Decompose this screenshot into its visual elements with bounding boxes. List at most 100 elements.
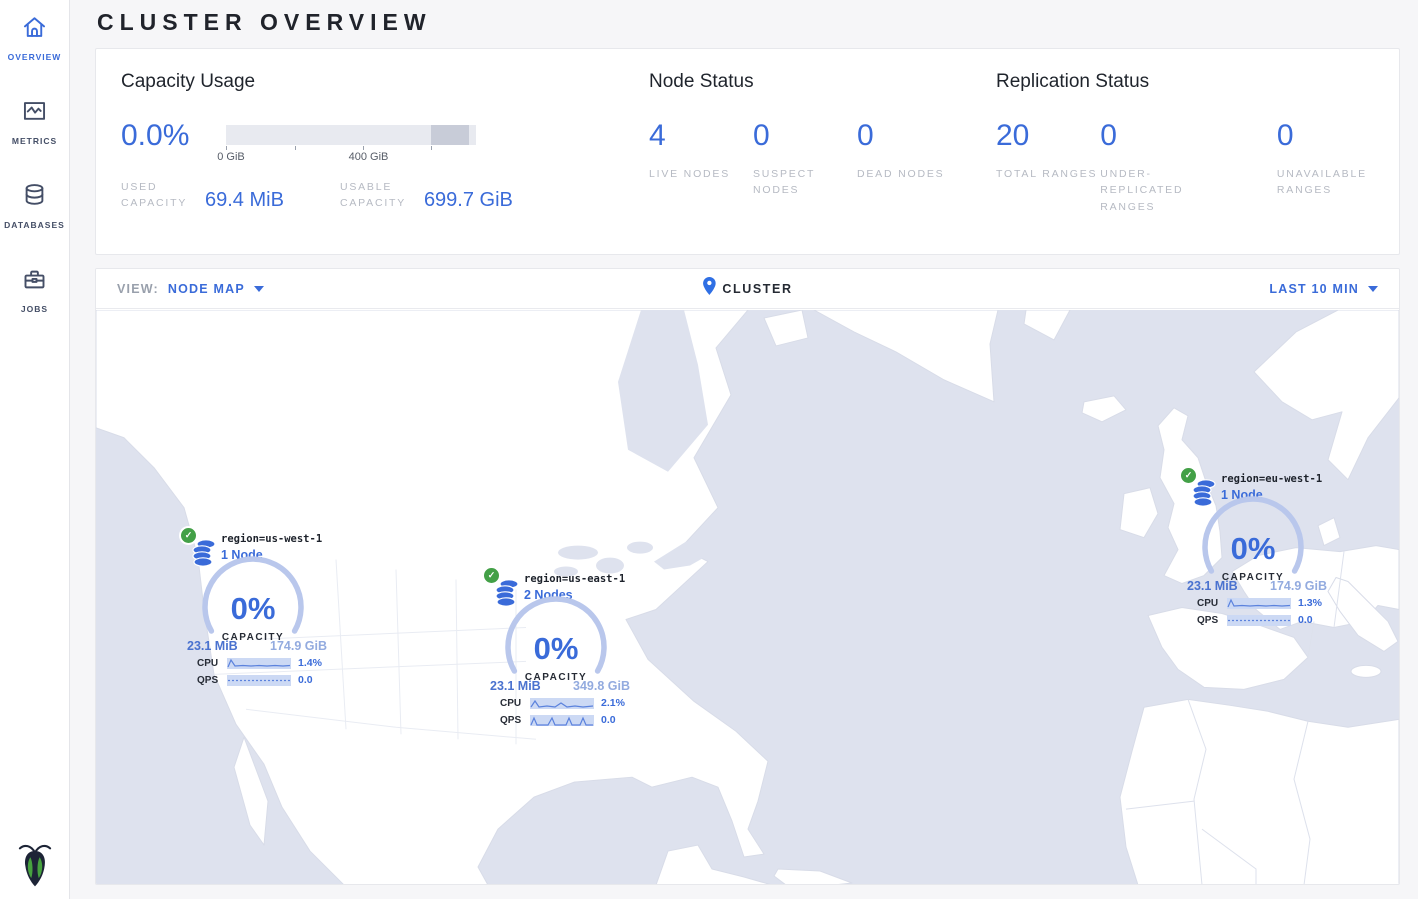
time-range-value: LAST 10 MIN: [1269, 282, 1359, 296]
locality-nodes-icon: [190, 538, 216, 573]
view-selector-dropdown[interactable]: VIEW: NODE MAP: [117, 282, 264, 296]
capacity-percent: 0.0%: [121, 120, 226, 163]
axis-tick: [226, 146, 227, 150]
healthy-check-icon: ✓: [1181, 468, 1196, 483]
briefcase-icon: [21, 266, 48, 298]
capacity-total-value: 174.9 GiB: [1270, 579, 1327, 593]
dead-nodes-stat: 0 DEAD NODES: [857, 120, 961, 199]
sidebar-item-label: JOBS: [21, 304, 48, 314]
locality-breadcrumb[interactable]: CLUSTER: [702, 277, 792, 300]
cpu-label: CPU: [1197, 598, 1227, 609]
world-map: ✓ region=us-west-1 1 Node: [96, 310, 1399, 885]
svg-text:0%: 0%: [231, 591, 276, 626]
unavailable-ranges-label: UNAVAILABLE RANGES: [1277, 166, 1396, 199]
map-toolbar: VIEW: NODE MAP CLUSTER LAST 10 MIN: [96, 269, 1399, 309]
capacity-total-value: 174.9 GiB: [270, 639, 327, 653]
node-map-marker-us-east-1[interactable]: ✓ region=us-east-1 2 Nodes: [484, 568, 634, 736]
capacity-used-value: 23.1 MiB: [1187, 579, 1238, 593]
region-label: region=us-west-1: [221, 533, 322, 545]
node-map-marker-eu-west-1[interactable]: ✓ region=eu-west-1 1 Node: [1181, 468, 1331, 636]
region-label: region=us-east-1: [524, 573, 625, 585]
cpu-label: CPU: [197, 658, 227, 669]
qps-sparkline: [227, 675, 291, 686]
locality-nodes-icon: [1190, 478, 1216, 513]
dead-nodes-value: 0: [857, 120, 961, 152]
svg-text:0%: 0%: [1231, 531, 1276, 566]
axis-tick-label: 0 GiB: [217, 151, 245, 163]
cluster-overview-page: OVERVIEW METRICS DATABASES: [0, 0, 1418, 899]
qps-value: 0.0: [601, 714, 616, 726]
replication-status-section: Replication Status 20 TOTAL RANGES 0 UND…: [996, 71, 1396, 254]
qps-value: 0.0: [1298, 614, 1313, 626]
cpu-value: 1.4%: [298, 657, 322, 669]
live-nodes-stat: 4 LIVE NODES: [649, 120, 753, 199]
unavailable-ranges-stat: 0 UNAVAILABLE RANGES: [1277, 120, 1396, 215]
healthy-check-icon: ✓: [181, 528, 196, 543]
sidebar-item-overview[interactable]: OVERVIEW: [0, 0, 69, 84]
metrics-chart-icon: [21, 98, 48, 130]
region-label: region=eu-west-1: [1221, 473, 1322, 485]
cpu-label: CPU: [500, 698, 530, 709]
time-range-dropdown[interactable]: LAST 10 MIN: [1269, 282, 1378, 296]
chevron-down-icon: [1368, 286, 1378, 292]
capacity-bar-reserved-segment: [431, 125, 469, 145]
home-icon: [21, 14, 48, 46]
locality-nodes-icon: [493, 578, 519, 613]
cockroachdb-logo: [17, 840, 53, 893]
sidebar-item-jobs[interactable]: JOBS: [0, 252, 69, 336]
under-replicated-ranges-value: 0: [1100, 120, 1277, 152]
cpu-value: 1.3%: [1298, 597, 1322, 609]
cpu-sparkline: [227, 658, 291, 669]
breadcrumb-cluster: CLUSTER: [722, 282, 792, 296]
svg-text:0%: 0%: [534, 631, 579, 666]
capacity-bar: 0 GiB 400 GiB: [226, 125, 476, 163]
view-value: NODE MAP: [168, 282, 245, 296]
qps-sparkline: [530, 715, 594, 726]
sidebar-item-label: METRICS: [12, 136, 57, 146]
usable-capacity-value: 699.7 GiB: [424, 189, 513, 212]
cluster-summary-card: Capacity Usage 0.0% 0 GiB 400 GiB: [95, 48, 1400, 255]
page-title: CLUSTER OVERVIEW: [97, 9, 432, 36]
sidebar-item-databases[interactable]: DATABASES: [0, 168, 69, 252]
main-content: CLUSTER OVERVIEW Capacity Usage 0.0% 0 G…: [70, 0, 1418, 899]
live-nodes-label: LIVE NODES: [649, 166, 753, 182]
total-ranges-label: TOTAL RANGES: [996, 166, 1100, 182]
qps-value: 0.0: [298, 674, 313, 686]
qps-sparkline: [1227, 615, 1291, 626]
database-icon: [21, 182, 48, 214]
used-capacity-label: USED CAPACITY: [121, 179, 205, 212]
capacity-usage-title: Capacity Usage: [121, 71, 649, 93]
cpu-sparkline: [530, 698, 594, 709]
under-replicated-ranges-label: UNDER-REPLICATED RANGES: [1100, 166, 1230, 215]
axis-tick-label: 400 GiB: [349, 151, 389, 163]
healthy-check-icon: ✓: [484, 568, 499, 583]
cpu-value: 2.1%: [601, 697, 625, 709]
capacity-usage-section: Capacity Usage 0.0% 0 GiB 400 GiB: [121, 71, 649, 254]
map-pin-icon: [702, 277, 715, 300]
suspect-nodes-stat: 0 SUSPECT NODES: [753, 120, 857, 199]
usable-capacity-label: USABLE CAPACITY: [340, 179, 424, 212]
dead-nodes-label: DEAD NODES: [857, 166, 961, 182]
total-ranges-value: 20: [996, 120, 1100, 152]
axis-tick: [295, 146, 296, 150]
sidebar-item-label: OVERVIEW: [8, 52, 62, 62]
qps-label: QPS: [500, 715, 530, 726]
node-status-title: Node Status: [649, 71, 996, 93]
capacity-used-value: 23.1 MiB: [187, 639, 238, 653]
replication-status-title: Replication Status: [996, 71, 1396, 93]
capacity-used-value: 23.1 MiB: [490, 679, 541, 693]
total-ranges-stat: 20 TOTAL RANGES: [996, 120, 1100, 215]
qps-label: QPS: [1197, 615, 1227, 626]
unavailable-ranges-value: 0: [1277, 120, 1396, 152]
capacity-total-value: 349.8 GiB: [573, 679, 630, 693]
suspect-nodes-label: SUSPECT NODES: [753, 166, 857, 199]
under-replicated-ranges-stat: 0 UNDER-REPLICATED RANGES: [1100, 120, 1277, 215]
cpu-sparkline: [1227, 598, 1291, 609]
sidebar-item-label: DATABASES: [4, 220, 65, 230]
used-capacity-value: 69.4 MiB: [205, 189, 284, 212]
axis-tick: [363, 146, 364, 150]
sidebar-item-metrics[interactable]: METRICS: [0, 84, 69, 168]
node-map-marker-us-west-1[interactable]: ✓ region=us-west-1 1 Node: [181, 528, 331, 696]
node-map-card: VIEW: NODE MAP CLUSTER LAST 10 MIN: [95, 268, 1400, 885]
view-label: VIEW:: [117, 282, 159, 296]
